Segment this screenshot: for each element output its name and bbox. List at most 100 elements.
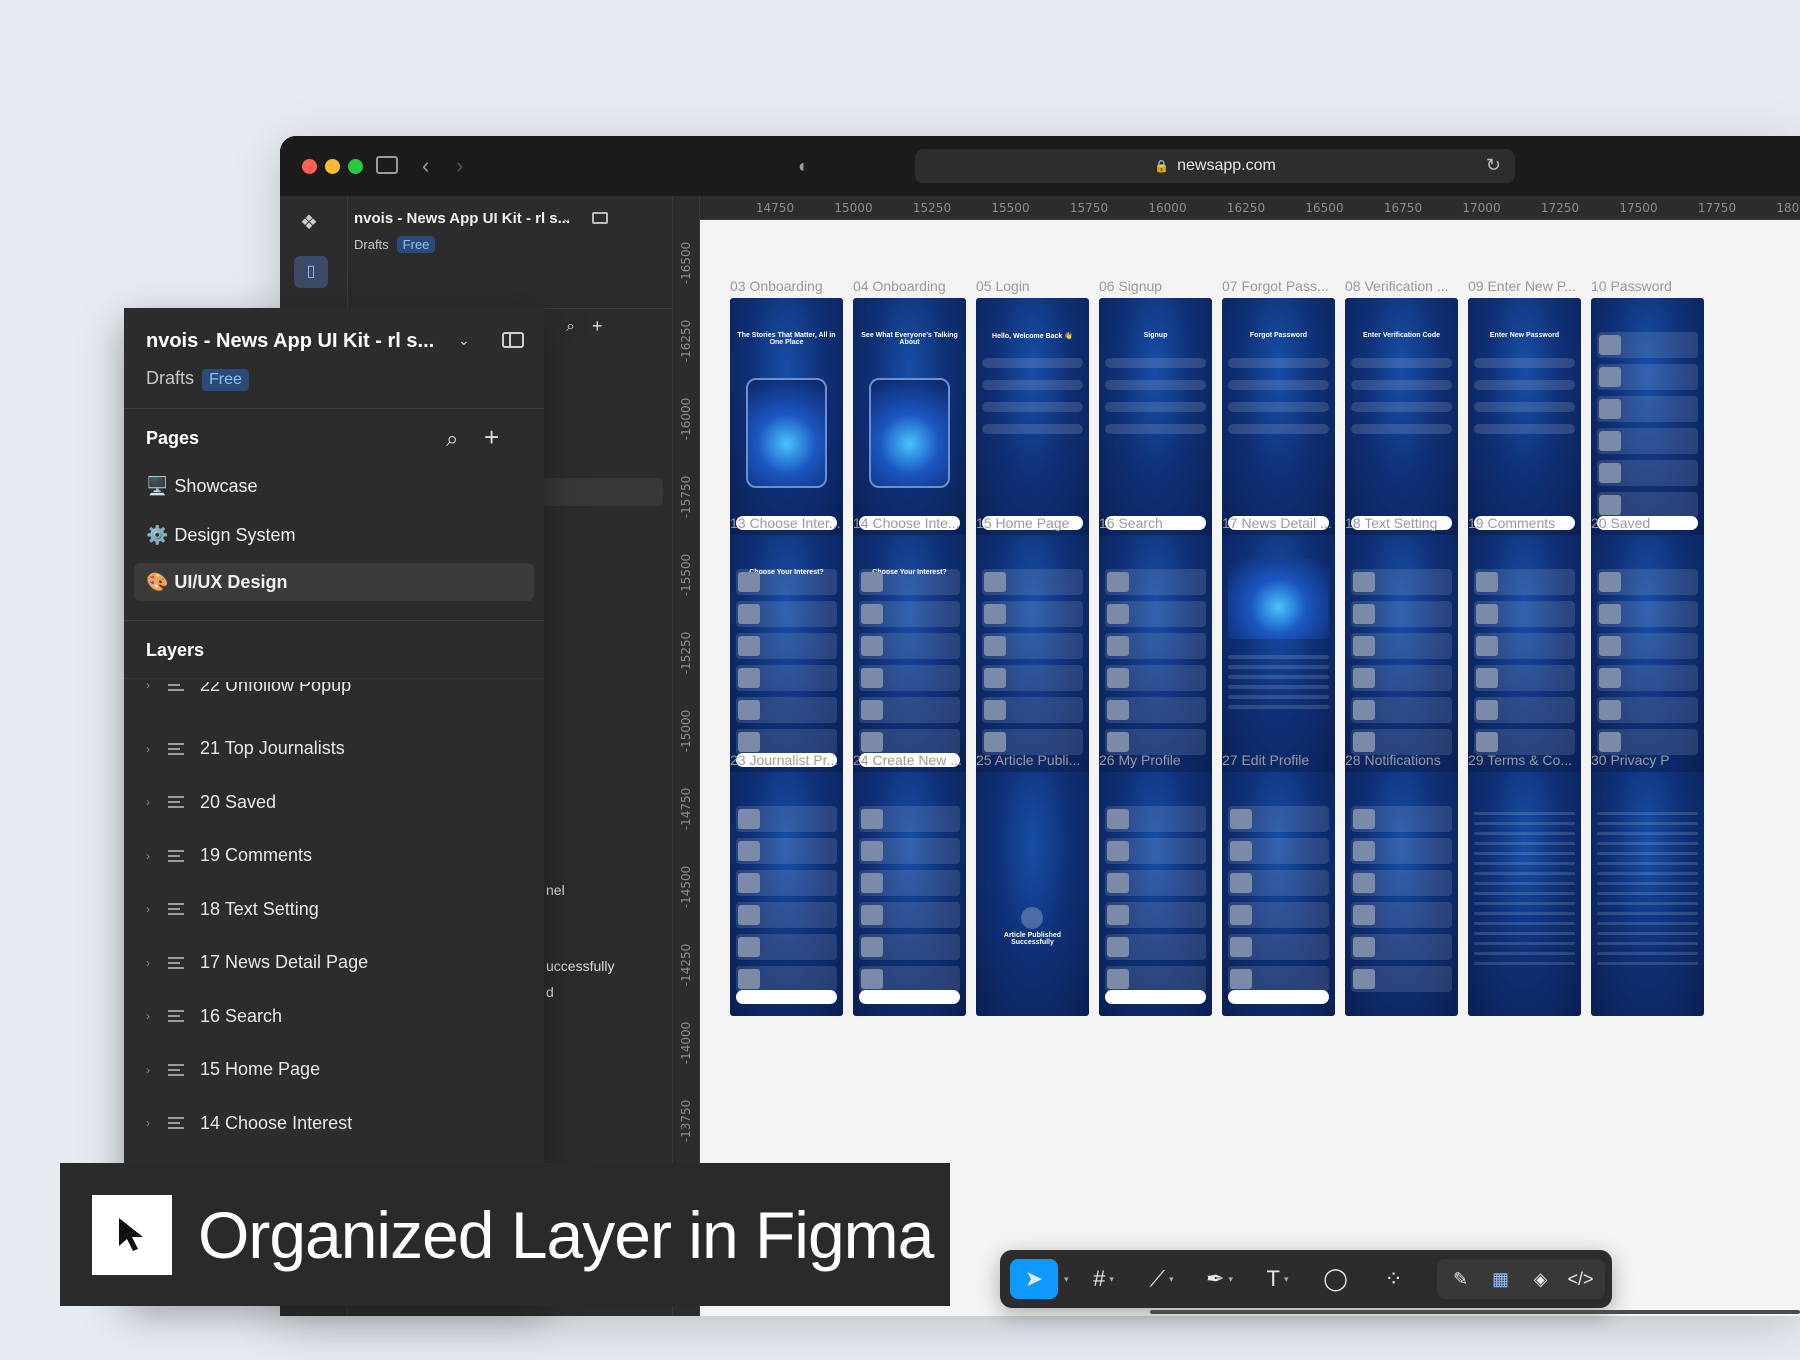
app-screen-frame[interactable] — [1222, 535, 1335, 779]
app-screen-frame[interactable]: Hello, Welcome Back 👋 — [976, 298, 1089, 542]
app-screen-frame[interactable] — [1468, 772, 1581, 1016]
layer-item[interactable]: › 19 Comments — [146, 843, 312, 869]
close-window-button[interactable] — [302, 159, 317, 174]
frame-label[interactable]: 08 Verification ... — [1345, 278, 1463, 294]
bg-sidebar-icon[interactable] — [592, 212, 608, 224]
chevron-down-icon[interactable]: ▾ — [1064, 1274, 1069, 1285]
frame-label[interactable]: 07 Forgot Pass... — [1222, 278, 1340, 294]
frame-label[interactable]: 04 Onboarding — [853, 278, 971, 294]
app-screen-frame[interactable] — [1591, 298, 1704, 542]
forward-icon[interactable]: › — [456, 154, 463, 178]
text-tool[interactable]: T ▾ — [1249, 1259, 1307, 1299]
file-title[interactable]: nvois - News App UI Kit - rl s... — [146, 330, 434, 353]
frame-label[interactable]: 16 Search — [1099, 515, 1217, 531]
chevron-down-icon[interactable]: ⌄ — [458, 332, 470, 349]
address-bar[interactable]: 🔒 newsapp.com ↻ — [915, 149, 1515, 183]
frame-label[interactable]: 28 Notifications — [1345, 752, 1463, 768]
frame-label[interactable]: 13 Choose Inter... — [730, 515, 848, 531]
app-screen-frame[interactable] — [976, 535, 1089, 779]
layer-item[interactable]: › 20 Saved — [146, 789, 276, 815]
frame-label[interactable]: 06 Signup — [1099, 278, 1217, 294]
app-screen-frame[interactable] — [1222, 772, 1335, 1016]
frame-label[interactable]: 26 My Profile — [1099, 752, 1217, 768]
frame-tool[interactable]: # ▾ — [1075, 1259, 1133, 1299]
chevron-right-icon[interactable]: › — [146, 1063, 168, 1077]
file-icon[interactable]: ▯ — [294, 256, 328, 288]
frame-label[interactable]: 15 Home Page — [976, 515, 1094, 531]
app-screen-frame[interactable] — [730, 772, 843, 1016]
frame-label[interactable]: 19 Comments — [1468, 515, 1586, 531]
chevron-right-icon[interactable]: › — [146, 956, 168, 970]
chevron-right-icon[interactable]: › — [146, 902, 168, 916]
chevron-right-icon[interactable]: › — [146, 795, 168, 809]
app-screen-frame[interactable] — [1345, 772, 1458, 1016]
chevron-right-icon[interactable]: › — [146, 1009, 168, 1023]
frame-label[interactable]: 09 Enter New P... — [1468, 278, 1586, 294]
page-item-design-system[interactable]: ⚙️ Design System — [146, 525, 295, 546]
frame-label[interactable]: 30 Privacy P — [1591, 752, 1709, 768]
frame-label[interactable]: 27 Edit Profile — [1222, 752, 1340, 768]
dev-mode[interactable]: </> — [1561, 1259, 1601, 1299]
bg-chevron-down-icon[interactable]: ⌄ — [562, 212, 571, 225]
move-tool[interactable]: ➤ — [1010, 1259, 1058, 1299]
drafts-label[interactable]: Drafts — [146, 368, 194, 388]
chevron-right-icon[interactable]: › — [146, 742, 168, 756]
frame-label[interactable]: 25 Article Publi... — [976, 752, 1094, 768]
comment-tool[interactable]: ◯ — [1307, 1259, 1365, 1299]
bg-add-page-icon[interactable]: + — [592, 316, 603, 337]
layer-item[interactable]: › 17 News Detail Page — [146, 950, 368, 976]
app-screen-frame[interactable] — [1099, 535, 1212, 779]
app-screen-frame[interactable]: Enter New Password — [1468, 298, 1581, 542]
chevron-right-icon[interactable]: › — [146, 682, 168, 692]
frame-label[interactable]: 24 Create New ... — [853, 752, 971, 768]
app-screen-frame[interactable]: Enter Verification Code — [1345, 298, 1458, 542]
actions-tool[interactable]: ⁘ — [1365, 1259, 1423, 1299]
layer-item[interactable]: › 18 Text Setting — [146, 896, 319, 922]
app-screen-frame[interactable] — [1345, 535, 1458, 779]
frame-label[interactable]: 29 Terms & Co... — [1468, 752, 1586, 768]
bg-search-icon[interactable]: ⌕ — [566, 318, 575, 336]
app-screen-frame[interactable]: See What Everyone's Talking About — [853, 298, 966, 542]
frame-label[interactable]: 23 Journalist Pr... — [730, 752, 848, 768]
horizontal-scrollbar[interactable] — [1150, 1310, 1800, 1314]
line-tool[interactable]: ⟋ ▾ — [1133, 1259, 1191, 1299]
app-screen-frame[interactable] — [1591, 772, 1704, 1016]
layer-item[interactable]: › 16 Search — [146, 1003, 282, 1029]
page-item-showcase[interactable]: 🖥️ Showcase — [146, 476, 257, 497]
back-icon[interactable]: ‹ — [422, 154, 429, 178]
chevron-right-icon[interactable]: › — [146, 849, 168, 863]
add-page-icon[interactable]: + — [484, 422, 499, 453]
draw-mode[interactable]: ✎ — [1441, 1259, 1481, 1299]
page-item-uiux-design[interactable]: 🎨 UI/UX Design — [134, 563, 534, 601]
app-screen-frame[interactable] — [1468, 535, 1581, 779]
app-screen-frame[interactable]: The Stories That Matter, All in One Plac… — [730, 298, 843, 542]
frame-label[interactable]: 10 Password — [1591, 278, 1709, 294]
design-canvas[interactable]: 03 Onboarding The Stories That Matter, Al… — [700, 220, 1800, 1316]
app-screen-frame[interactable] — [1591, 535, 1704, 779]
app-screen-frame[interactable]: Forgot Password — [1222, 298, 1335, 542]
sidebar-toggle-icon[interactable] — [376, 156, 398, 174]
frame-label[interactable]: 20 Saved — [1591, 515, 1709, 531]
frame-label[interactable]: 03 Onboarding — [730, 278, 848, 294]
sidebar-icon[interactable] — [502, 332, 524, 348]
shield-icon[interactable]: ◐ — [798, 154, 809, 178]
frame-label[interactable]: 17 News Detail ... — [1222, 515, 1340, 531]
design-mode[interactable]: ▦ — [1481, 1259, 1521, 1299]
app-screen-frame[interactable]: Choose Your Interest? — [853, 535, 966, 779]
frame-label[interactable]: 14 Choose Inte... — [853, 515, 971, 531]
maximize-window-button[interactable] — [348, 159, 363, 174]
layer-item[interactable]: › 15 Home Page — [146, 1057, 320, 1083]
figma-logo-icon[interactable]: ❖ — [300, 210, 318, 235]
app-screen-frame[interactable]: Choose Your Interest? — [730, 535, 843, 779]
layer-item[interactable]: › 21 Top Journalists — [146, 736, 345, 762]
minimize-window-button[interactable] — [325, 159, 340, 174]
layer-item[interactable]: › 14 Choose Interest — [146, 1110, 352, 1136]
chevron-right-icon[interactable]: › — [146, 1116, 168, 1130]
app-screen-frame[interactable] — [1099, 772, 1212, 1016]
app-screen-frame[interactable]: Signup — [1099, 298, 1212, 542]
reload-icon[interactable]: ↻ — [1486, 155, 1501, 176]
app-screen-frame[interactable] — [853, 772, 966, 1016]
app-screen-frame[interactable]: Article Published Successfully — [976, 772, 1089, 1016]
pen-tool[interactable]: ✒ ▾ — [1191, 1259, 1249, 1299]
frame-label[interactable]: 18 Text Setting — [1345, 515, 1463, 531]
